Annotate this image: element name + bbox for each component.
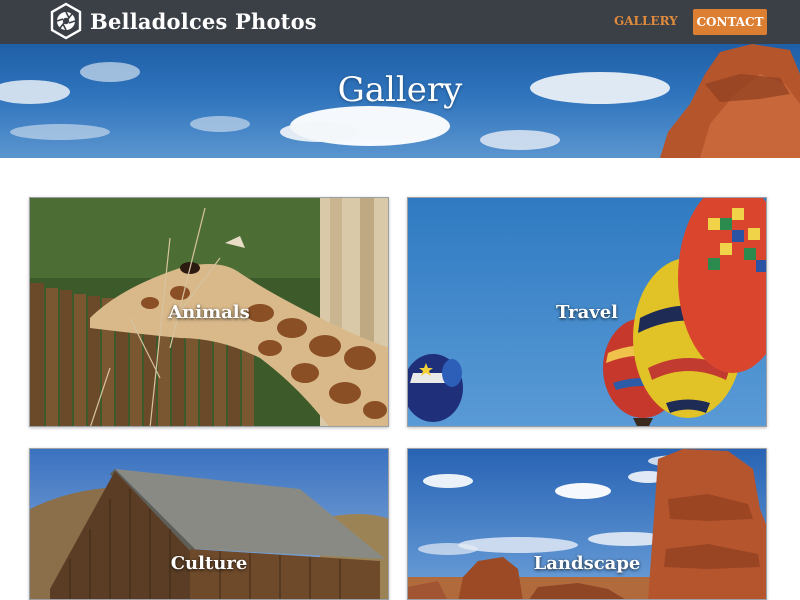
top-navbar: Belladolces Photos GALLERY CONTACT: [0, 0, 800, 44]
gallery-tile-culture[interactable]: Culture: [29, 448, 389, 600]
red-rock-landscape-photo: [408, 449, 766, 599]
brand-name: Belladolces Photos: [90, 8, 317, 34]
nav-contact-button[interactable]: CONTACT: [693, 9, 767, 35]
tile-label-travel: Travel: [556, 302, 618, 323]
page-title: Gallery: [337, 70, 463, 110]
gallery-tile-travel[interactable]: Travel: [407, 197, 767, 427]
gallery-tile-landscape[interactable]: Landscape: [407, 448, 767, 600]
brand[interactable]: Belladolces Photos: [50, 2, 317, 40]
gallery-tile-animals[interactable]: Animals: [29, 197, 389, 427]
nav-gallery-link[interactable]: GALLERY: [614, 14, 678, 28]
hero-banner: Gallery: [0, 44, 800, 158]
camera-aperture-logo-icon: [50, 2, 82, 40]
old-barn-photo: [30, 449, 388, 599]
tile-label-landscape: Landscape: [533, 553, 641, 574]
tile-label-culture: Culture: [170, 553, 248, 574]
tile-label-animals: Animals: [168, 302, 250, 323]
